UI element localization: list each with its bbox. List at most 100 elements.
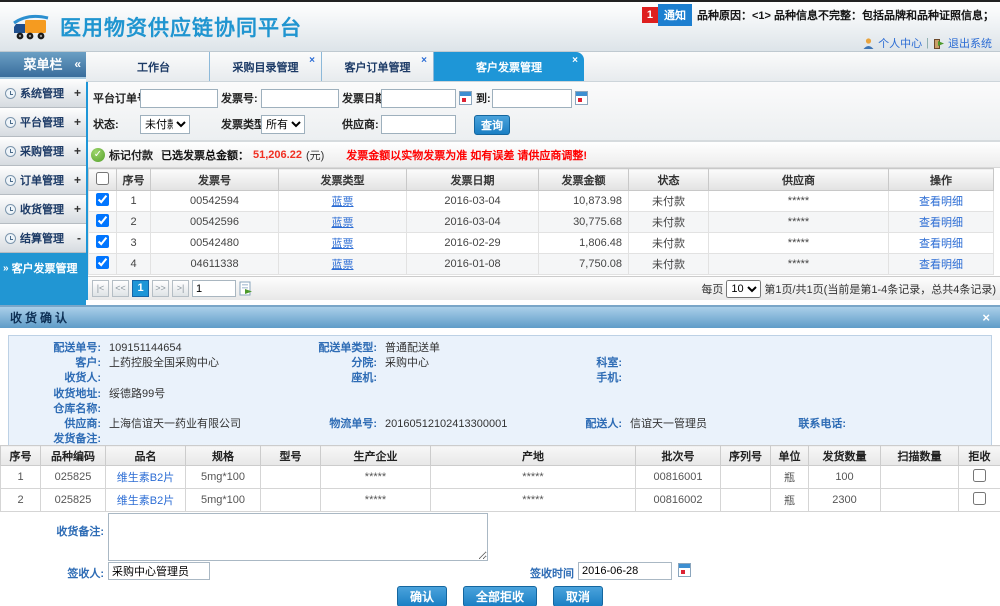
last-page-button[interactable]: >| (172, 280, 189, 297)
current-page-button[interactable]: 1 (132, 280, 149, 297)
calendar-icon[interactable] (575, 91, 588, 105)
sidebar-item-purchase[interactable]: 采购管理 + (0, 137, 86, 166)
close-tab-icon[interactable]: × (309, 55, 315, 66)
sidebar-item-platform[interactable]: 平台管理 + (0, 108, 86, 137)
row-checkbox[interactable] (96, 193, 109, 206)
sidebar-item-system[interactable]: 系统管理 + (0, 79, 86, 108)
view-detail-link[interactable]: 查看明细 (919, 217, 963, 229)
sidebar-item-order[interactable]: 订单管理 + (0, 166, 86, 195)
pagination-info: 每页 10 第1页/共1页(当前是第1-4条记录，总共4条记录) (701, 280, 996, 298)
confirm-button[interactable]: 确认 (397, 586, 447, 606)
product-name-link[interactable]: 维生素B2片 (117, 472, 174, 484)
expand-plus-icon: + (74, 144, 81, 158)
invoice-date-to-input[interactable] (492, 89, 572, 108)
mark-paid-button[interactable]: 标记付款 (109, 147, 153, 163)
delivery-info-panel: 配送单号: 109151144654 配送单类型: 普通配送单 客户: 上药控股… (8, 335, 992, 447)
sidebar-item-receiving[interactable]: 收货管理 + (0, 195, 86, 224)
expand-plus-icon: + (74, 173, 81, 187)
supplier-value: 上海信谊天一药业有限公司 (101, 417, 277, 432)
logout-link[interactable]: 退出系统 (948, 35, 992, 51)
invoice-type-link[interactable]: 蓝票 (332, 196, 354, 208)
arrow-icon: » (3, 263, 9, 274)
tab-customer-invoices[interactable]: 客户发票管理 × (434, 52, 584, 81)
total-amount-unit: (元) (306, 147, 324, 163)
warning-text: 发票金额以实物发票为准 如有误差 请供应商调整! (346, 147, 587, 163)
personal-center-link[interactable]: 个人中心 (878, 35, 922, 51)
status-select[interactable]: 未付款 (140, 115, 190, 134)
col-header: 发票类型 (279, 169, 407, 191)
filter-panel: 平台订单号: 发票号: 发票日期: 到: 状态: 未付款 发票类型: 所有 供应… (88, 82, 1000, 142)
next-page-button[interactable]: >> (152, 280, 169, 297)
expand-plus-icon: + (74, 86, 81, 100)
cancel-button[interactable]: 取消 (553, 586, 603, 606)
product-name-link[interactable]: 维生素B2片 (117, 495, 174, 507)
table-row[interactable]: 2 00542596 蓝票 2016-03-04 30,775.68 未付款 *… (89, 212, 994, 233)
tab-customer-orders[interactable]: 客户订单管理 × (322, 52, 434, 81)
close-tab-icon[interactable]: × (421, 55, 427, 66)
user-links: 个人中心 | 退出系统 (863, 35, 992, 51)
notification-bar[interactable]: 1 通知 品种原因：<1> 品种信息不完整：包括品牌和品种证照信息； (642, 6, 994, 24)
filter-row-2: 状态: 未付款 发票类型: 所有 供应商: 查询 (88, 115, 1000, 135)
invoice-type-link[interactable]: 蓝票 (332, 259, 354, 271)
clock-icon (5, 204, 16, 215)
table-row[interactable]: 4 04611338 蓝票 2016-01-08 7,750.08 未付款 **… (89, 254, 994, 275)
platform-order-input[interactable] (140, 89, 218, 108)
contact-value (846, 417, 991, 432)
view-detail-link[interactable]: 查看明细 (919, 259, 963, 271)
mobile-value (622, 371, 782, 386)
first-page-button[interactable]: |< (92, 280, 109, 297)
view-detail-link[interactable]: 查看明细 (919, 196, 963, 208)
col-header: 操作 (889, 169, 994, 191)
tab-workbench[interactable]: 工作台 (98, 52, 210, 81)
row-checkbox[interactable] (96, 214, 109, 227)
invoice-type-link[interactable]: 蓝票 (332, 217, 354, 229)
view-detail-link[interactable]: 查看明细 (919, 238, 963, 250)
receive-note-textarea[interactable] (108, 513, 488, 561)
deliverer-label: 配送人: (527, 417, 622, 432)
close-icon[interactable]: × (982, 310, 990, 325)
modal-buttons: 确认 全部拒收 取消 (0, 586, 1000, 606)
calendar-icon[interactable] (459, 91, 472, 105)
search-button[interactable]: 查询 (474, 115, 510, 135)
col-header: 序号 (117, 169, 151, 191)
total-amount-label: 已选发票总金额： (161, 147, 249, 163)
per-page-select[interactable]: 10 (726, 280, 761, 298)
receiver-value (101, 371, 277, 386)
link-divider: | (926, 37, 929, 49)
invoice-no-input[interactable] (261, 89, 339, 108)
sidebar-title[interactable]: 菜单栏 « (0, 52, 86, 79)
supplier-label: 供应商: (342, 115, 379, 135)
branch-value: 采购中心 (377, 356, 527, 371)
row-checkbox[interactable] (96, 256, 109, 269)
deliverer-value: 信谊天一管理员 (622, 417, 782, 432)
sign-time-input[interactable] (578, 562, 672, 580)
notification-tag: 通知 (658, 4, 692, 26)
select-all-checkbox[interactable] (96, 172, 109, 185)
landline-label: 座机: (277, 371, 377, 386)
sidebar-item-settlement[interactable]: 结算管理 - (0, 224, 86, 253)
reject-checkbox[interactable] (973, 492, 986, 505)
close-tab-icon[interactable]: × (572, 55, 578, 66)
prev-page-button[interactable]: << (112, 280, 129, 297)
export-excel-icon[interactable] (239, 281, 253, 296)
address-value: 绥德路99号 (101, 387, 991, 402)
sidebar-item-customer-invoice[interactable]: » 客户发票管理 (0, 257, 86, 279)
reject-all-button[interactable]: 全部拒收 (463, 586, 537, 606)
row-checkbox[interactable] (96, 235, 109, 248)
calendar-icon[interactable] (678, 563, 691, 577)
supplier-input[interactable] (381, 115, 456, 134)
table-row[interactable]: 1 00542594 蓝票 2016-03-04 10,873.98 未付款 *… (89, 191, 994, 212)
table-row[interactable]: 3 00542480 蓝票 2016-02-29 1,806.48 未付款 **… (89, 233, 994, 254)
tab-purchase-catalog[interactable]: 采购目录管理 × (210, 52, 322, 81)
signer-input[interactable] (108, 562, 210, 580)
invoice-type-link[interactable]: 蓝票 (332, 238, 354, 250)
collapse-icon[interactable]: « (74, 52, 81, 77)
page-number-input[interactable] (192, 280, 236, 297)
reject-checkbox[interactable] (973, 469, 986, 482)
delivery-type-value: 普通配送单 (377, 341, 527, 356)
invoice-date-from-input[interactable] (381, 89, 456, 108)
receiving-confirm-modal: 收货确认 × 配送单号: 109151144654 配送单类型: 普通配送单 客… (0, 305, 1000, 606)
warehouse-value (101, 402, 991, 417)
invoice-type-select[interactable]: 所有 (261, 115, 305, 134)
item-row: 2 025825 维生素B2片 5mg*100 ***** ***** 0081… (1, 489, 1000, 512)
